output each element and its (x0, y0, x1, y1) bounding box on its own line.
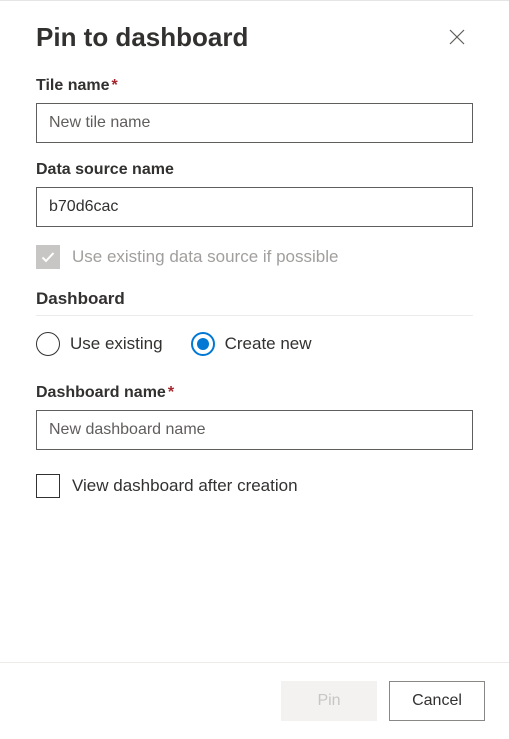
dashboard-radio-group: Use existing Create new (36, 332, 473, 356)
dashboard-section-label: Dashboard (36, 289, 473, 316)
radio-use-existing[interactable]: Use existing (36, 332, 163, 356)
pin-button: Pin (281, 681, 377, 721)
data-source-input[interactable] (36, 187, 473, 227)
checkmark-icon (40, 249, 56, 265)
close-button[interactable] (441, 21, 473, 53)
dialog-footer: Pin Cancel (0, 662, 509, 739)
data-source-field: Data source name (36, 161, 473, 227)
required-indicator: * (112, 77, 118, 94)
data-source-label: Data source name (36, 161, 473, 179)
dialog-title: Pin to dashboard (36, 22, 248, 53)
view-after-label: View dashboard after creation (72, 476, 298, 496)
use-existing-datasource-row: Use existing data source if possible (36, 245, 473, 269)
radio-use-existing-label: Use existing (70, 334, 163, 354)
cancel-button[interactable]: Cancel (389, 681, 485, 721)
radio-dot-icon (197, 338, 209, 350)
dashboard-name-label: Dashboard name* (36, 384, 473, 402)
use-existing-datasource-checkbox (36, 245, 60, 269)
radio-circle-icon (36, 332, 60, 356)
tile-name-input[interactable] (36, 103, 473, 143)
required-indicator: * (168, 384, 174, 401)
tile-name-field: Tile name* (36, 77, 473, 143)
radio-create-new[interactable]: Create new (191, 332, 312, 356)
view-after-row: View dashboard after creation (36, 474, 473, 498)
close-icon (449, 29, 465, 45)
dashboard-name-field: Dashboard name* (36, 384, 473, 450)
radio-create-new-label: Create new (225, 334, 312, 354)
use-existing-datasource-label: Use existing data source if possible (72, 247, 338, 267)
radio-circle-selected-icon (191, 332, 215, 356)
dashboard-name-input[interactable] (36, 410, 473, 450)
dialog-header: Pin to dashboard (36, 21, 473, 53)
tile-name-label: Tile name* (36, 77, 473, 95)
view-after-checkbox[interactable] (36, 474, 60, 498)
dialog-content: Pin to dashboard Tile name* Data source … (0, 1, 509, 662)
